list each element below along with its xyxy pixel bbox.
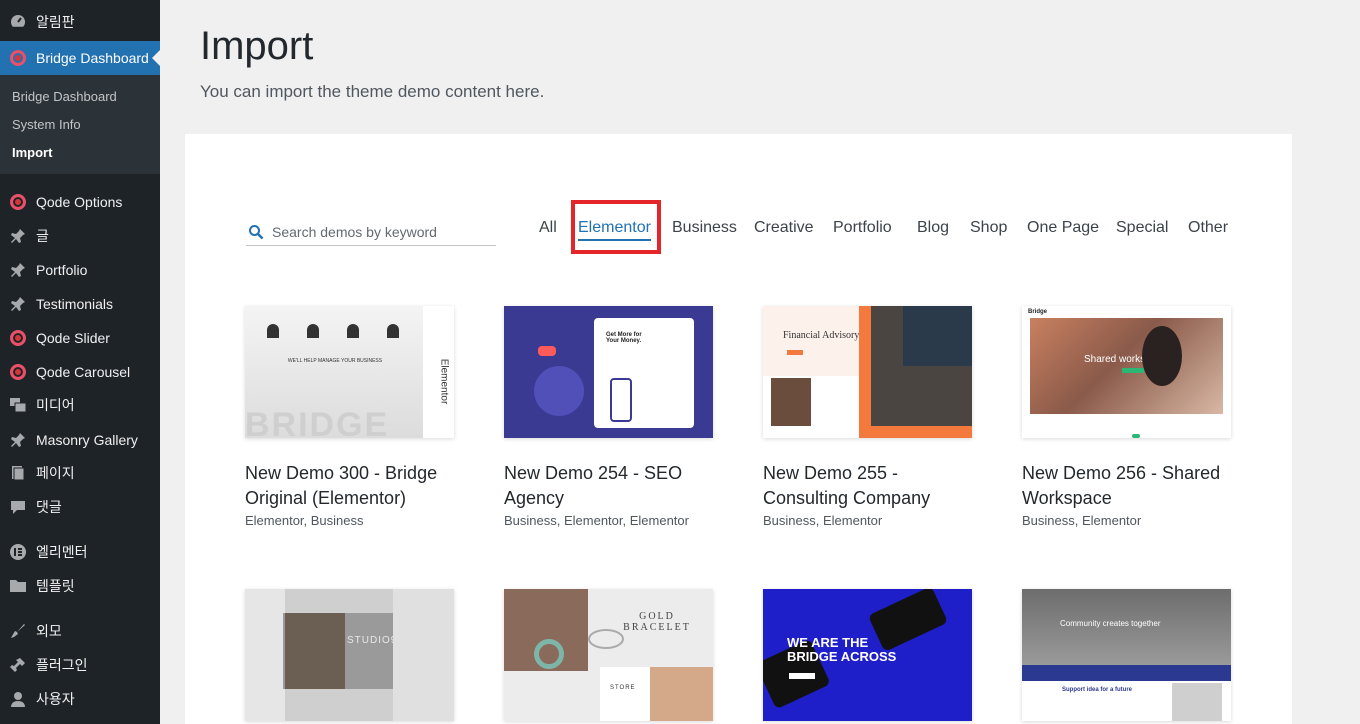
demo-thumbnail: Bridge Shared workspace — [1022, 306, 1231, 438]
pin-icon — [9, 431, 27, 449]
pin-icon — [9, 261, 27, 279]
sidebar-item-elementor[interactable]: 엘리멘터 — [0, 535, 160, 569]
sidebar-item-label: 사용자 — [36, 691, 75, 707]
demo-thumbnail: WE'LL HELP MANAGE YOUR BUSINESS BRIDGE E… — [245, 306, 454, 438]
sidebar-item-label: 댓글 — [36, 499, 62, 515]
pin-icon — [9, 227, 27, 245]
active-indicator — [152, 50, 160, 66]
sidebar-item-label: Portfolio — [36, 262, 88, 278]
page-description: You can import the theme demo content he… — [200, 82, 545, 101]
demo-tags: Business, Elementor — [763, 513, 883, 528]
sidebar-item-masonry-gallery[interactable]: Masonry Gallery — [0, 423, 160, 457]
page-title: Import — [200, 24, 314, 68]
sidebar-item-pages[interactable]: 페이지 — [0, 456, 160, 490]
demo-title: New Demo 300 - Bridge Original (Elemento… — [245, 463, 438, 508]
sidebar-item-templates[interactable]: 템플릿 — [0, 569, 160, 603]
filter-tab-creative[interactable]: Creative — [754, 219, 814, 237]
sidebar-item-qode-slider[interactable]: Qode Slider — [0, 321, 160, 355]
demo-card[interactable]: GOLD BRACELET STORE — [504, 589, 714, 724]
search-box — [246, 219, 496, 246]
sidebar-item-media[interactable]: 미디어 — [0, 388, 160, 422]
folder-icon — [9, 577, 27, 595]
sidebar-item-label: Qode Carousel — [36, 364, 131, 380]
dashboard-icon — [9, 13, 27, 31]
filter-tab-blog[interactable]: Blog — [917, 219, 949, 237]
search-input[interactable] — [272, 224, 482, 240]
sidebar-item-label: 글 — [36, 228, 49, 244]
demo-card[interactable]: WE ARE THE BRIDGE ACROSS — [763, 589, 973, 724]
qode-dot-icon — [9, 193, 27, 211]
sidebar-item-label: 템플릿 — [36, 578, 75, 594]
demo-card[interactable]: Community creates together Support idea … — [1022, 589, 1232, 724]
sidebar-item-label: 알림판 — [36, 14, 75, 30]
sidebar-item-label: Qode Options — [36, 194, 123, 210]
sidebar-item-label: Masonry Gallery — [36, 432, 138, 448]
sidebar-item-plugins[interactable]: 플러그인 — [0, 648, 160, 682]
sidebar-submenu: Bridge Dashboard System Info Import — [0, 75, 160, 174]
sidebar-item-qode-options[interactable]: Qode Options — [0, 185, 160, 219]
submenu-bridge-dashboard[interactable]: Bridge Dashboard — [12, 89, 117, 104]
qode-dot-icon — [9, 329, 27, 347]
demo-card[interactable]: STUDIO99 — [245, 589, 455, 724]
admin-sidebar: 알림판 Bridge Dashboard Bridge Dashboard Sy… — [0, 0, 160, 724]
elementor-icon — [9, 543, 27, 561]
comment-icon — [9, 498, 27, 516]
demo-title: New Demo 254 - SEO Agency — [504, 463, 683, 508]
demo-thumbnail: WE ARE THE BRIDGE ACROSS — [763, 589, 972, 721]
qode-dot-icon — [9, 363, 27, 381]
submenu-import[interactable]: Import — [12, 145, 52, 160]
page-icon — [9, 464, 27, 482]
submenu-system-info[interactable]: System Info — [12, 117, 81, 132]
search-icon — [249, 225, 264, 240]
demo-card[interactable]: Bridge Shared workspace New Demo 256 - S… — [1022, 306, 1232, 528]
user-icon — [9, 690, 27, 708]
demo-title: New Demo 255 - Consulting Company — [763, 463, 931, 508]
sidebar-item-appearance[interactable]: 외모 — [0, 614, 160, 648]
demo-thumbnail: STUDIO99 — [245, 589, 454, 721]
sidebar-item-label: 엘리멘터 — [36, 544, 88, 560]
import-panel: All Elementor Business Creative Portfoli… — [185, 134, 1292, 724]
demo-card[interactable]: WE'LL HELP MANAGE YOUR BUSINESS BRIDGE E… — [245, 306, 455, 528]
sidebar-item-portfolio[interactable]: Portfolio — [0, 253, 160, 287]
sidebar-item-bridge-dashboard[interactable]: Bridge Dashboard — [0, 41, 160, 75]
sidebar-item-label: 플러그인 — [36, 657, 88, 673]
demo-tags: Business, Elementor, Elementor — [504, 513, 689, 528]
sidebar-item-label: Testimonials — [36, 296, 114, 312]
filter-tab-business[interactable]: Business — [672, 219, 737, 237]
sidebar-item-posts[interactable]: 글 — [0, 219, 160, 253]
pin-icon — [9, 295, 27, 313]
demo-card[interactable]: Financial Advisory New Demo 255 - Consul… — [763, 306, 973, 528]
sidebar-item-testimonials[interactable]: Testimonials — [0, 287, 160, 321]
filter-tab-all[interactable]: All — [539, 219, 557, 237]
demo-tags: Business, Elementor — [1022, 513, 1142, 528]
sidebar-item-users[interactable]: 사용자 — [0, 682, 160, 716]
filter-tab-portfolio[interactable]: Portfolio — [833, 219, 892, 237]
sidebar-item-label: Qode Slider — [36, 330, 110, 346]
demo-thumbnail: Community creates together Support idea … — [1022, 589, 1231, 721]
filter-tab-special[interactable]: Special — [1116, 219, 1168, 237]
demo-title: New Demo 256 - Shared Workspace — [1022, 463, 1221, 508]
sidebar-item-dashboard[interactable]: 알림판 — [0, 5, 160, 39]
sidebar-item-label: Bridge Dashboard — [36, 50, 149, 66]
sidebar-item-comments[interactable]: 댓글 — [0, 490, 160, 524]
demo-card[interactable]: Get More for Your Money. New Demo 254 - … — [504, 306, 714, 528]
bridge-dot-icon — [9, 49, 27, 67]
highlight-annotation — [571, 200, 661, 254]
sidebar-item-qode-carousel[interactable]: Qode Carousel — [0, 355, 160, 389]
media-icon — [9, 396, 27, 414]
sidebar-item-label: 미디어 — [36, 397, 75, 413]
filter-tab-shop[interactable]: Shop — [970, 219, 1007, 237]
sidebar-item-label: 외모 — [36, 623, 62, 639]
brush-icon — [9, 622, 27, 640]
demo-thumbnail: Financial Advisory — [763, 306, 972, 438]
filter-tab-other[interactable]: Other — [1188, 219, 1228, 237]
demo-thumbnail: Get More for Your Money. — [504, 306, 713, 438]
filter-tab-one-page[interactable]: One Page — [1027, 219, 1099, 237]
demo-tags: Elementor, Business — [245, 513, 364, 528]
plugin-icon — [9, 656, 27, 674]
sidebar-item-label: 페이지 — [36, 465, 75, 481]
demo-thumbnail: GOLD BRACELET STORE — [504, 589, 713, 721]
